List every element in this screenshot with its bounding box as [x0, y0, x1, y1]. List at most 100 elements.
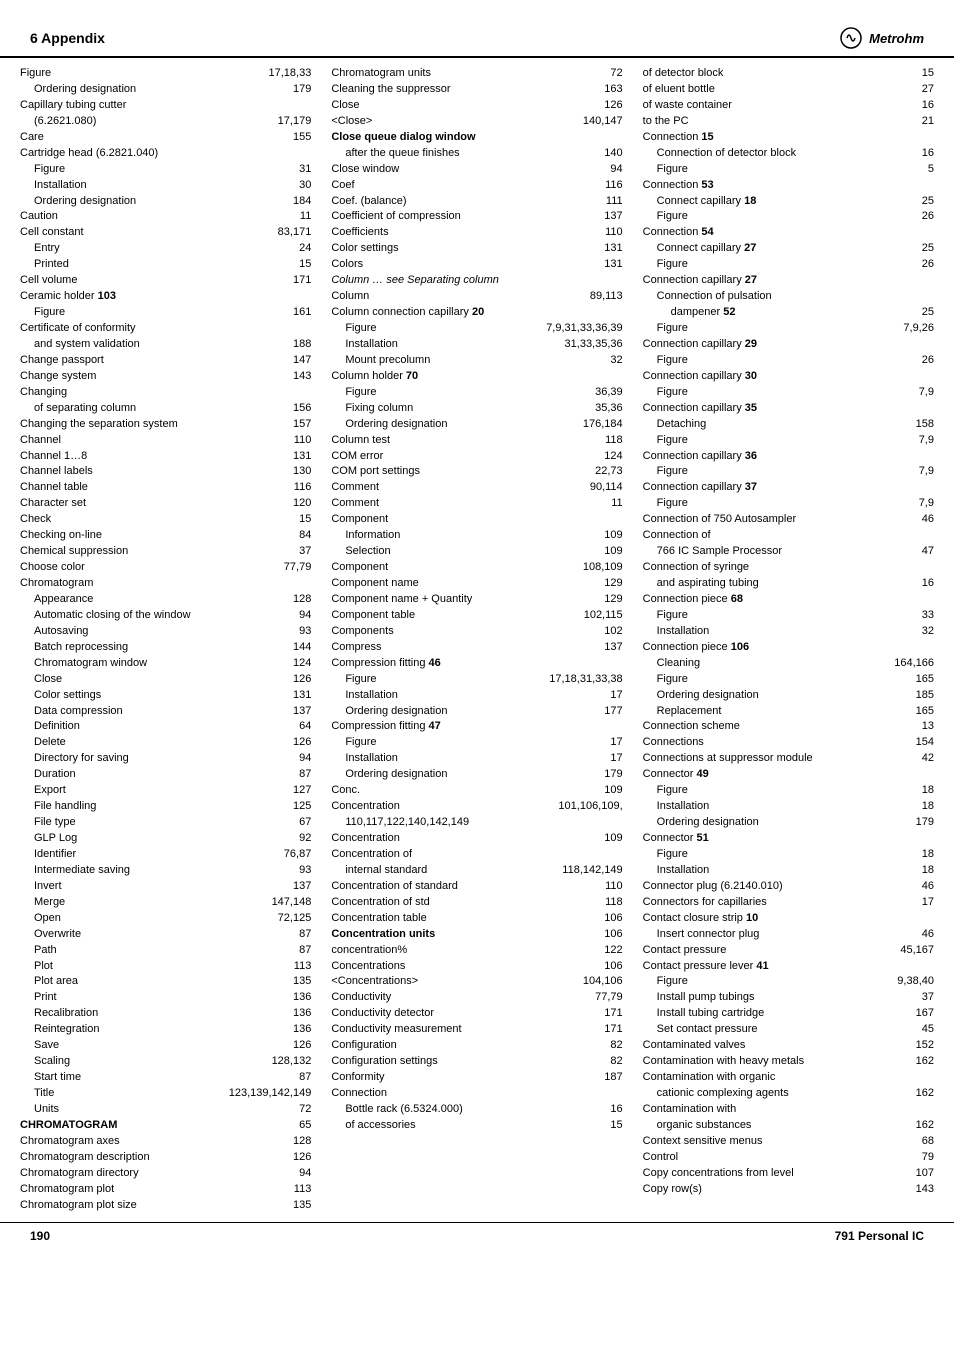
- entry-page: 15: [261, 512, 311, 528]
- entry-text: Ordering designation: [643, 688, 884, 704]
- entry-page: [573, 305, 623, 321]
- entry-text: Connect capillary 27: [643, 241, 884, 257]
- entry-page: 15: [573, 1118, 623, 1134]
- entry-text: of eluent bottle: [643, 82, 884, 98]
- entry-page: 76,87: [261, 847, 311, 863]
- list-item: Overwrite87: [20, 927, 311, 943]
- entry-page: 129: [573, 592, 623, 608]
- list-item: Connection capillary 30: [643, 369, 934, 385]
- list-item: Mount precolumn32: [331, 353, 622, 369]
- list-item: Chromatogram window124: [20, 656, 311, 672]
- entry-page: 120: [261, 496, 311, 512]
- entry-page: 72,125: [261, 911, 311, 927]
- entry-text: Chromatogram plot size: [20, 1198, 261, 1214]
- list-item: Coef. (balance)111: [331, 194, 622, 210]
- list-item: Contaminated valves152: [643, 1038, 934, 1054]
- entry-page: 64: [261, 719, 311, 735]
- list-item: Path87: [20, 943, 311, 959]
- list-item: Chromatogram plot size135: [20, 1198, 311, 1214]
- entry-page: [261, 146, 311, 162]
- entry-text: Selection: [331, 544, 572, 560]
- entry-text: Compression fitting 46: [331, 656, 572, 672]
- entry-page: 7,9: [884, 433, 934, 449]
- entry-text: Plot area: [20, 974, 261, 990]
- entry-page: 140: [573, 146, 623, 162]
- entry-page: 155: [261, 130, 311, 146]
- entry-text: Compression fitting 47: [331, 719, 572, 735]
- list-item: Information109: [331, 528, 622, 544]
- list-item: Components102: [331, 624, 622, 640]
- entry-page: 131: [261, 688, 311, 704]
- entry-text: Connection 53: [643, 178, 884, 194]
- entry-text: Cartridge head (6.2821.040): [20, 146, 261, 162]
- entry-text: Batch reprocessing: [20, 640, 261, 656]
- entry-text: GLP Log: [20, 831, 261, 847]
- entry-page: 94: [261, 751, 311, 767]
- entry-page: [884, 289, 934, 305]
- entry-page: 125: [261, 799, 311, 815]
- entry-page: 126: [261, 672, 311, 688]
- list-item: Conductivity detector171: [331, 1006, 622, 1022]
- entry-page: 87: [261, 1070, 311, 1086]
- entry-page: 122: [573, 943, 623, 959]
- entry-text: dampener 52: [643, 305, 884, 321]
- list-item: Figure26: [643, 257, 934, 273]
- list-item: concentration%122: [331, 943, 622, 959]
- entry-text: Choose color: [20, 560, 261, 576]
- entry-page: 17: [884, 895, 934, 911]
- list-item: Invert137: [20, 879, 311, 895]
- entry-text: Channel: [20, 433, 261, 449]
- list-item: Compress137: [331, 640, 622, 656]
- entry-page: 83,171: [261, 225, 311, 241]
- entry-page: 188: [261, 337, 311, 353]
- entry-page: 90,114: [573, 480, 623, 496]
- entry-page: 26: [884, 257, 934, 273]
- entry-text: Contamination with organic: [643, 1070, 884, 1086]
- list-item: Figure5: [643, 162, 934, 178]
- entry-text: Control: [643, 1150, 884, 1166]
- entry-text: Scaling: [20, 1054, 261, 1070]
- entry-text: Conductivity measurement: [331, 1022, 572, 1038]
- list-item: Recalibration136: [20, 1006, 311, 1022]
- entry-page: 131: [573, 257, 623, 273]
- list-item: of accessories15: [331, 1118, 622, 1134]
- entry-page: 106: [573, 927, 623, 943]
- entry-text: after the queue finishes: [331, 146, 572, 162]
- entry-text: Concentrations: [331, 959, 572, 975]
- list-item: Ceramic holder 103: [20, 289, 311, 305]
- entry-text: cationic complexing agents: [643, 1086, 884, 1102]
- entry-page: 123,139,142,149: [229, 1086, 312, 1102]
- entry-page: 11: [261, 209, 311, 225]
- entry-page: 33: [884, 608, 934, 624]
- entry-page: [573, 1086, 623, 1102]
- entry-page: 140,147: [573, 114, 623, 130]
- entry-page: 104,106: [573, 974, 623, 990]
- entry-text: to the PC: [643, 114, 884, 130]
- page-footer: 190 791 Personal IC: [0, 1222, 954, 1249]
- list-item: Open72,125: [20, 911, 311, 927]
- list-item: Batch reprocessing144: [20, 640, 311, 656]
- list-item: Chromatogram directory94: [20, 1166, 311, 1182]
- list-item: Contact pressure45,167: [643, 943, 934, 959]
- entry-text: Concentration units: [331, 927, 572, 943]
- list-item: Selection109: [331, 544, 622, 560]
- entry-text: Connection capillary 30: [643, 369, 884, 385]
- entry-page: 7,9,26: [884, 321, 934, 337]
- list-item: Connector 49: [643, 767, 934, 783]
- list-item: Ordering designation179: [643, 815, 934, 831]
- list-item: Detaching158: [643, 417, 934, 433]
- entry-page: 22,73: [573, 464, 623, 480]
- entry-page: 137: [573, 640, 623, 656]
- entry-text: Figure: [643, 433, 884, 449]
- entry-text: Connections: [643, 735, 884, 751]
- list-item: Concentration109: [331, 831, 622, 847]
- list-item: Start time87: [20, 1070, 311, 1086]
- col2: Chromatogram units72Cleaning the suppres…: [321, 66, 632, 1214]
- entry-page: 162: [884, 1086, 934, 1102]
- entry-text: Close: [20, 672, 261, 688]
- entry-text: 766 IC Sample Processor: [643, 544, 884, 560]
- entry-page: 17: [573, 751, 623, 767]
- entry-text: Install tubing cartridge: [643, 1006, 884, 1022]
- list-item: Appearance128: [20, 592, 311, 608]
- list-item: of waste container16: [643, 98, 934, 114]
